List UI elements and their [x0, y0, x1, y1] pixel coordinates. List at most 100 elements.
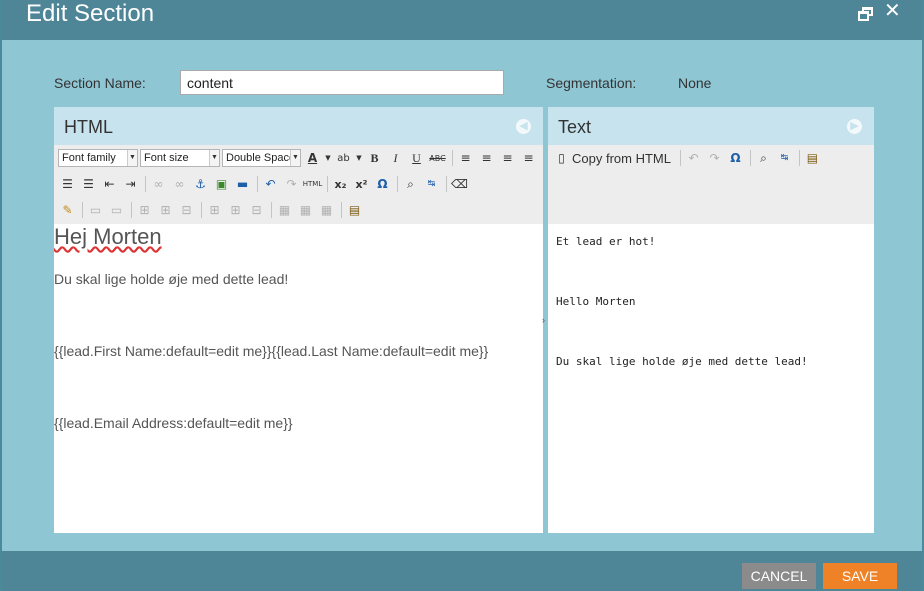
html-panel: HTML ◀ Font family ▼ Font size ▼ Double Sp…	[54, 107, 543, 533]
outdent-icon[interactable]: ⇤	[100, 175, 119, 193]
col-before-icon[interactable]: ⊞	[205, 201, 224, 219]
toolbar-separator	[341, 202, 342, 218]
html-panel-header: HTML ◀	[54, 107, 543, 145]
cell-props-icon[interactable]: ▦	[317, 201, 336, 219]
font-size-select[interactable]: Font size ▼	[140, 149, 220, 167]
toolbar-separator	[798, 150, 800, 166]
text-color-dropdown-icon[interactable]: ▼	[324, 149, 332, 167]
special-character-icon[interactable]: Ω	[373, 175, 392, 193]
toolbar-separator	[452, 150, 453, 166]
italic-icon[interactable]: I	[386, 149, 405, 167]
text-special-character-icon[interactable]: Ω	[726, 149, 745, 167]
segmentation-value: None	[678, 75, 712, 91]
highlight-dropdown-icon[interactable]: ▼	[355, 149, 363, 167]
section-name-input[interactable]	[180, 70, 504, 95]
text-redo-icon[interactable]: ↷	[705, 149, 724, 167]
edit-css-icon[interactable]: ✎	[58, 201, 77, 219]
section-name-label: Section Name:	[54, 75, 146, 91]
text-find-icon[interactable]: ⌕	[754, 149, 773, 167]
toolbar-separator	[679, 150, 681, 166]
row-after-icon[interactable]: ⊞	[156, 201, 175, 219]
delete-row-icon[interactable]: ⊟	[177, 201, 196, 219]
replace-icon[interactable]: ↹	[422, 175, 441, 193]
toolbar-row-1: Font family ▼ Font size ▼ Double Space ▼ A …	[58, 147, 540, 169]
image-icon[interactable]: ▣	[212, 175, 231, 193]
align-justify-icon[interactable]: ≡	[519, 149, 538, 167]
align-left-icon[interactable]: ≡	[456, 149, 475, 167]
layer-properties-icon[interactable]: ▭	[107, 201, 126, 219]
line-spacing-select[interactable]: Double Space ▼	[222, 149, 301, 167]
text-editor-area[interactable]: Et lead er hot! Hello Morten Du skal lig…	[548, 224, 874, 533]
restore-window-icon[interactable]	[858, 7, 874, 21]
text-color-icon[interactable]: A	[303, 149, 322, 167]
toolbar-separator	[271, 202, 272, 218]
unlink-icon[interactable]: ∞	[170, 175, 189, 193]
collapse-left-icon[interactable]: ◀	[516, 119, 531, 134]
superscript-icon[interactable]: x²	[352, 175, 371, 193]
bold-icon[interactable]: B	[365, 149, 384, 167]
link-icon[interactable]: ∞	[149, 175, 168, 193]
html-panel-title: HTML	[64, 117, 113, 137]
save-button[interactable]: SAVE	[823, 563, 897, 589]
numbered-list-icon[interactable]: ☰	[79, 175, 98, 193]
html-editor-area[interactable]: Hej Morten Du skal lige holde øje med de…	[54, 224, 543, 533]
insert-layer-icon[interactable]: ▭	[86, 201, 105, 219]
row-before-icon[interactable]: ⊞	[135, 201, 154, 219]
toolbar-separator	[397, 176, 398, 192]
insert-token-icon[interactable]: ▤	[345, 201, 364, 219]
undo-icon[interactable]: ↶	[261, 175, 280, 193]
html-source-icon[interactable]: HTML	[303, 175, 322, 193]
text-panel: Text ▶ ▯ Copy from HTML ↶ ↷ Ω ⌕ ↹ ▤ Et le…	[548, 107, 874, 533]
align-right-icon[interactable]: ≡	[498, 149, 517, 167]
close-icon[interactable]: ✕	[884, 1, 901, 21]
text-line: Hello Morten	[556, 295, 636, 308]
dialog-titlebar: Edit Section ✕	[2, 0, 922, 40]
table-icon[interactable]: ▦	[275, 201, 294, 219]
remove-format-icon[interactable]: ⌫	[450, 175, 469, 193]
font-family-select[interactable]: Font family ▼	[58, 149, 138, 167]
toolbar-separator	[131, 202, 132, 218]
text-editor-toolbar: ▯ Copy from HTML ↶ ↷ Ω ⌕ ↹ ▤	[548, 145, 874, 224]
underline-icon[interactable]: U	[407, 149, 426, 167]
find-icon[interactable]: ⌕	[401, 175, 420, 193]
toolbar-row-2: ☰ ☰ ⇤ ⇥ ∞ ∞ ⚓ ▣ ▬ ↶ ↷ HTML x₂ x² Ω ⌕ ↹ ⌫	[58, 173, 471, 195]
bullet-list-icon[interactable]: ☰	[58, 175, 77, 193]
horizontal-rule-icon[interactable]: ▬	[233, 175, 252, 193]
redo-icon[interactable]: ↷	[282, 175, 301, 193]
text-panel-header: Text ▶	[548, 107, 874, 145]
toolbar-row-3: ✎ ▭ ▭ ⊞ ⊞ ⊟ ⊞ ⊞ ⊟ ▦ ▦ ▦ ▤	[58, 199, 366, 221]
dialog-title: Edit Section	[26, 0, 155, 27]
toolbar-separator	[145, 176, 146, 192]
indent-icon[interactable]: ⇥	[121, 175, 140, 193]
strikethrough-icon[interactable]: ABC	[428, 149, 447, 167]
edit-section-dialog: Edit Section ✕ Section Name: Segmentatio…	[0, 0, 924, 591]
subscript-icon[interactable]: x₂	[331, 175, 350, 193]
text-replace-icon[interactable]: ↹	[775, 149, 794, 167]
toolbar-separator	[201, 202, 202, 218]
text-panel-title: Text	[558, 117, 592, 137]
text-line: Et lead er hot!	[556, 235, 656, 248]
delete-col-icon[interactable]: ⊟	[247, 201, 266, 219]
toolbar-separator	[257, 176, 258, 192]
text-insert-token-icon[interactable]: ▤	[803, 149, 822, 167]
toolbar-separator	[327, 176, 328, 192]
toolbar-separator	[82, 202, 83, 218]
content-heading: Hej Morten	[54, 224, 162, 249]
content-email-token: {{lead.Email Address:default=edit me}}	[54, 415, 293, 431]
collapse-right-icon[interactable]: ▶	[847, 119, 862, 134]
anchor-icon[interactable]: ⚓	[191, 175, 210, 193]
highlight-color-icon[interactable]: ab	[334, 149, 353, 167]
content-name-tokens: {{lead.First Name:default=edit me}}{{lea…	[54, 343, 489, 359]
table-props-icon[interactable]: ▦	[296, 201, 315, 219]
html-editor-toolbar: Font family ▼ Font size ▼ Double Space ▼ A …	[54, 145, 543, 224]
align-center-icon[interactable]: ≡	[477, 149, 496, 167]
col-after-icon[interactable]: ⊞	[226, 201, 245, 219]
text-toolbar-row: ▯ Copy from HTML ↶ ↷ Ω ⌕ ↹ ▤	[552, 147, 824, 169]
text-line: Du skal lige holde øje med dette lead!	[556, 355, 808, 368]
copy-from-html-button[interactable]: ▯ Copy from HTML	[552, 149, 671, 167]
segmentation-label: Segmentation:	[546, 75, 637, 91]
content-paragraph: Du skal lige holde øje med dette lead!	[54, 271, 289, 287]
cancel-button[interactable]: CANCEL	[742, 563, 816, 589]
toolbar-separator	[749, 150, 751, 166]
text-undo-icon[interactable]: ↶	[684, 149, 703, 167]
